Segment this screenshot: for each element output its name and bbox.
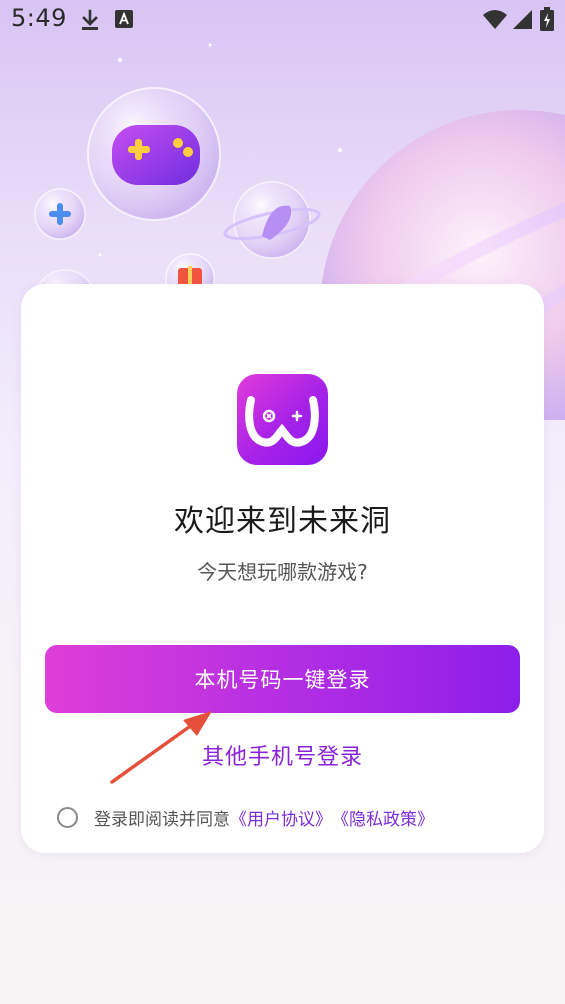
other-phone-login-link[interactable]: 其他手机号登录 <box>21 739 544 771</box>
agreement-row: 登录即阅读并同意 《用户协议》 《隐私政策》 <box>57 804 434 830</box>
wifi-icon <box>483 10 507 29</box>
user-agreement-link[interactable]: 《用户协议》 <box>230 805 332 830</box>
login-card: 欢迎来到未来洞 今天想玩哪款游戏? 本机号码一键登录 其他手机号登录 登录即阅读… <box>21 284 544 853</box>
one-tap-login-button[interactable]: 本机号码一键登录 <box>45 645 520 713</box>
welcome-title: 欢迎来到未来洞 <box>174 504 391 539</box>
welcome-subtitle: 今天想玩哪款游戏? <box>197 560 368 584</box>
privacy-policy-link[interactable]: 《隐私政策》 <box>332 805 434 830</box>
agreement-prefix: 登录即阅读并同意 <box>94 809 230 830</box>
download-icon <box>82 9 98 30</box>
status-time: 5:49 <box>11 4 67 32</box>
battery-charging-icon <box>540 7 554 31</box>
keyboard-a-icon <box>115 10 133 28</box>
agreement-checkbox[interactable] <box>57 806 78 828</box>
one-tap-login-label: 本机号码一键登录 <box>194 668 371 692</box>
signal-icon <box>513 10 532 29</box>
app-logo-icon <box>237 374 328 465</box>
status-bar: 5:49 <box>0 0 565 40</box>
gamepad-logo-icon <box>245 396 319 447</box>
